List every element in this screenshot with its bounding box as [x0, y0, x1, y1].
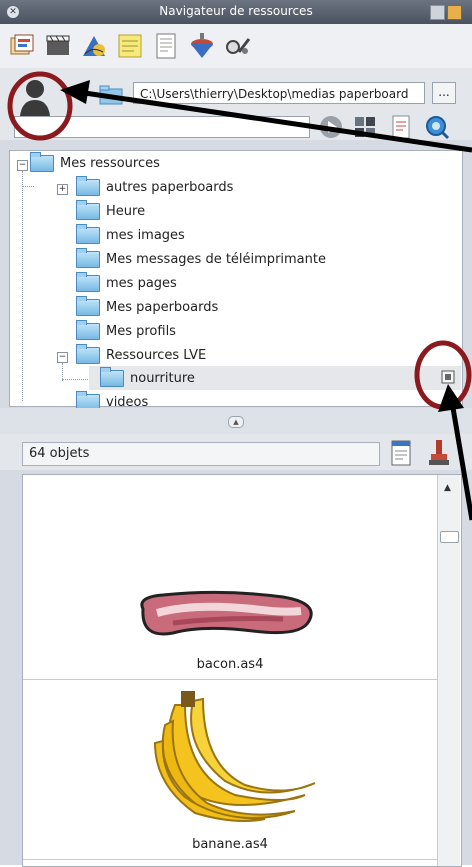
minimize-icon[interactable]: [430, 5, 445, 20]
notes-icon[interactable]: [116, 32, 144, 60]
tree-node-label: Ressources LVE: [106, 348, 207, 363]
expand-icon[interactable]: +: [57, 184, 68, 195]
collapse-icon[interactable]: −: [17, 160, 28, 171]
path-field[interactable]: C:\Users\thierry\Desktop\medias paperboa…: [133, 82, 425, 104]
folder-icon: [30, 152, 54, 172]
gallery-caption: bacon.as4: [196, 657, 264, 672]
gallery-caption: banane.as4: [192, 837, 268, 852]
bananas-image: [153, 691, 316, 822]
count-bar: 64 objets: [0, 434, 472, 470]
tree-node-label: nourriture: [130, 371, 195, 386]
tree-node[interactable]: autres paperboards: [76, 176, 234, 199]
tree-node[interactable]: mes images: [76, 224, 185, 247]
folder-icon: [76, 320, 100, 340]
gallery-item[interactable]: bacon.as4: [23, 475, 437, 680]
row-menu-icon[interactable]: [441, 370, 455, 384]
tree-node[interactable]: mes pages: [76, 272, 177, 295]
page-icon[interactable]: [152, 32, 180, 60]
tree-node-label: Mes profils: [106, 324, 176, 339]
folder-icon: [76, 296, 100, 316]
grid-view-icon[interactable]: [352, 114, 378, 140]
user-profile-icon[interactable]: [18, 78, 52, 116]
gallery-item[interactable]: banane.as4: [23, 679, 437, 860]
gallery-scrollbar[interactable]: ▲: [437, 475, 460, 866]
browse-button[interactable]: ...: [432, 82, 456, 104]
panel-splitter[interactable]: ▲: [0, 408, 472, 434]
tree-line: [22, 186, 34, 187]
tree-node-root[interactable]: Mes ressources: [30, 152, 160, 175]
tree-node-label: Mes messages de téléimprimante: [106, 252, 326, 267]
play-icon[interactable]: [318, 114, 344, 140]
paperboards-icon[interactable]: [8, 32, 36, 60]
folder-icon: [76, 272, 100, 292]
resource-tree: − Mes ressources + autres paperboards He…: [9, 150, 463, 411]
search-input[interactable]: [14, 116, 310, 138]
tools-icon[interactable]: [224, 32, 252, 60]
tree-node-label: mes images: [106, 228, 185, 243]
collapse-panel-icon[interactable]: ▲: [228, 416, 244, 428]
tree-line: [22, 171, 23, 401]
tree-node-label: Heure: [106, 204, 146, 219]
tree-node-label: Mes ressources: [60, 156, 160, 171]
spinner-icon[interactable]: [188, 32, 216, 60]
resource-browser-window: ✕ Navigateur de ressources C:\Users\thie…: [0, 0, 472, 867]
collapse-icon[interactable]: −: [57, 352, 68, 363]
tree-node-label: Mes paperboards: [106, 300, 219, 315]
folder-icon: [100, 367, 124, 387]
folder-icon: [76, 200, 100, 220]
window-title: Navigateur de ressources: [159, 4, 313, 18]
multimedia-icon[interactable]: [44, 32, 72, 60]
tree-node[interactable]: Heure: [76, 200, 146, 223]
path-row: C:\Users\thierry\Desktop\medias paperboa…: [0, 68, 472, 140]
scroll-up-icon[interactable]: ▲: [444, 483, 451, 493]
tree-node[interactable]: Mes paperboards: [76, 296, 219, 319]
tree-node-selected[interactable]: nourriture: [100, 367, 195, 390]
tree-node-label: mes pages: [106, 276, 177, 291]
folder-up-icon[interactable]: [97, 80, 125, 108]
bacon-image: [140, 590, 313, 636]
document-icon[interactable]: [388, 114, 414, 140]
browser-toolbar: [0, 24, 472, 69]
dock-icon[interactable]: [447, 5, 462, 20]
tree-node[interactable]: Ressources LVE: [76, 344, 207, 367]
title-bar: ✕ Navigateur de ressources: [0, 0, 472, 24]
resource-gallery: bacon.as4 banane.as4 ▲: [22, 474, 462, 867]
stamp-icon[interactable]: [426, 438, 452, 468]
folder-icon: [76, 248, 100, 268]
scroll-thumb[interactable]: [440, 531, 459, 543]
folder-icon: [76, 224, 100, 244]
tree-node[interactable]: Mes messages de téléimprimante: [76, 248, 326, 271]
search-icon[interactable]: [424, 114, 450, 140]
folder-icon: [76, 344, 100, 364]
properties-icon[interactable]: [388, 438, 414, 468]
object-count: 64 objets: [22, 442, 380, 466]
shapes-icon[interactable]: [80, 32, 108, 60]
tree-node-label: autres paperboards: [106, 180, 234, 195]
folder-icon: [76, 176, 100, 196]
tree-node[interactable]: Mes profils: [76, 320, 176, 343]
